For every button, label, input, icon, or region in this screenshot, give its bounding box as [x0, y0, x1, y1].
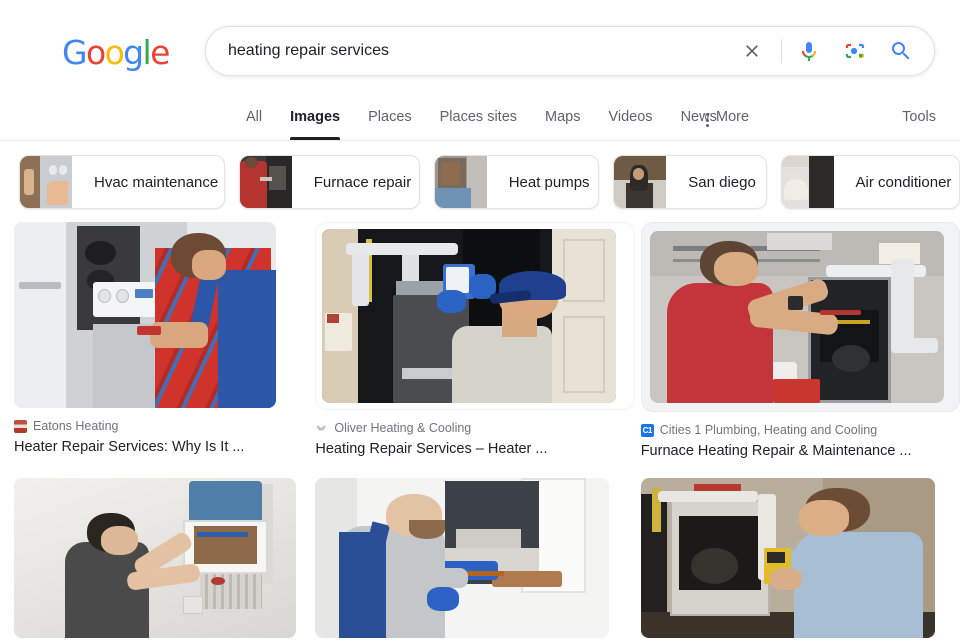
tab-places[interactable]: Places: [354, 98, 426, 140]
result-metadata: Oliver Heating & Cooling Heating Repair …: [315, 410, 634, 457]
tab-all[interactable]: All: [232, 98, 276, 140]
image-result-tile[interactable]: Oliver Heating & Cooling Heating Repair …: [315, 222, 635, 457]
chip-hvac-maintenance[interactable]: Hvac maintenance: [19, 155, 225, 209]
result-title[interactable]: Furnace Heating Repair & Maintenance ...: [641, 443, 960, 459]
chip-label: Furnace repair: [313, 173, 412, 191]
search-bar[interactable]: [205, 26, 935, 76]
logo-letter: g: [123, 33, 144, 72]
search-tabs-bar: All Images Places Places sites Maps Vide…: [0, 98, 960, 141]
image-result-tile[interactable]: [640, 478, 960, 638]
chip-air-conditioner[interactable]: Air conditioner: [780, 155, 960, 209]
result-source-line: Oliver Heating & Cooling: [315, 420, 634, 436]
chip-thumbnail: [239, 156, 292, 208]
logo-letter: l: [142, 33, 152, 72]
image-result-tile-selected[interactable]: C1 Cities 1 Plumbing, Heating and Coolin…: [640, 222, 960, 459]
more-vertical-icon: [706, 109, 709, 127]
site-favicon-icon: [315, 421, 329, 435]
result-image[interactable]: [14, 222, 276, 408]
image-result-tile[interactable]: [14, 478, 309, 638]
result-image[interactable]: [322, 229, 617, 403]
result-title[interactable]: Heating Repair Services – Heater ...: [315, 441, 634, 457]
chip-thumbnail: [20, 156, 72, 208]
image-thumbnail-wrapper[interactable]: [640, 478, 960, 638]
image-thumbnail-wrapper[interactable]: [315, 478, 634, 638]
logo-letter: o: [104, 33, 125, 72]
tools-button[interactable]: Tools: [902, 98, 936, 140]
page-header: Google heating repair services All Image…: [0, 0, 960, 141]
chip-label: Hvac maintenance: [94, 173, 219, 191]
result-metadata: Eatons Heating Heater Repair Services: W…: [14, 408, 309, 455]
image-result-tile[interactable]: [315, 478, 634, 638]
result-image[interactable]: [14, 478, 296, 638]
google-logo[interactable]: Google: [62, 33, 170, 72]
google-lens-camera-icon[interactable]: [840, 36, 870, 66]
chip-san-diego[interactable]: San diego: [613, 155, 767, 209]
site-favicon-icon: C1: [640, 423, 654, 437]
image-results-row: [0, 478, 960, 638]
chip-thumbnail: [781, 156, 834, 208]
search-input[interactable]: [206, 42, 735, 60]
image-result-tile[interactable]: Eatons Heating Heater Repair Services: W…: [14, 222, 309, 455]
result-source-line: C1 Cities 1 Plumbing, Heating and Coolin…: [640, 422, 960, 438]
chip-thumbnail: [614, 156, 667, 208]
microphone-icon[interactable]: [794, 36, 824, 66]
chip-thumbnail: [434, 156, 487, 208]
image-thumbnail-wrapper[interactable]: [640, 222, 960, 412]
image-thumbnail-wrapper[interactable]: [14, 478, 309, 638]
tab-images[interactable]: Images: [276, 98, 354, 140]
image-thumbnail-wrapper[interactable]: [315, 222, 635, 410]
chip-heat-pumps[interactable]: Heat pumps: [433, 155, 600, 209]
result-source-name: Oliver Heating & Cooling: [334, 421, 472, 435]
logo-letter: e: [150, 33, 170, 72]
tab-maps[interactable]: Maps: [531, 98, 594, 140]
more-button[interactable]: More: [706, 98, 749, 140]
result-image[interactable]: [640, 478, 935, 638]
result-source-name: Cities 1 Plumbing, Heating and Cooling: [659, 423, 878, 437]
result-title[interactable]: Heater Repair Services: Why Is It ...: [14, 439, 309, 455]
more-label: More: [716, 109, 750, 125]
result-source-line: Eatons Heating: [14, 418, 309, 434]
search-tabs: All Images Places Places sites Maps Vide…: [232, 98, 731, 140]
chip-label: Heat pumps: [508, 173, 590, 191]
image-results-row: Eatons Heating Heater Repair Services: W…: [0, 222, 960, 459]
search-divider: [781, 39, 782, 63]
tab-places-sites[interactable]: Places sites: [426, 98, 531, 140]
chip-label: Air conditioner: [855, 173, 952, 191]
tab-videos[interactable]: Videos: [594, 98, 666, 140]
result-metadata: C1 Cities 1 Plumbing, Heating and Coolin…: [640, 412, 960, 459]
chip-furnace-repair[interactable]: Furnace repair: [238, 155, 420, 209]
site-favicon-icon: [14, 419, 27, 433]
related-searches-chips: Hvac maintenance Furnace repair Heat pum…: [0, 152, 960, 212]
image-results-grid: Eatons Heating Heater Repair Services: W…: [0, 222, 960, 638]
image-thumbnail-wrapper[interactable]: [14, 222, 309, 408]
search-icon[interactable]: [886, 36, 916, 66]
result-image[interactable]: [649, 231, 944, 403]
logo-letter: G: [62, 33, 88, 72]
chip-label: San diego: [688, 173, 756, 191]
result-source-name: Eatons Heating: [33, 419, 119, 433]
result-image[interactable]: [315, 478, 610, 638]
close-icon[interactable]: [735, 34, 769, 68]
logo-letter: o: [85, 33, 106, 72]
